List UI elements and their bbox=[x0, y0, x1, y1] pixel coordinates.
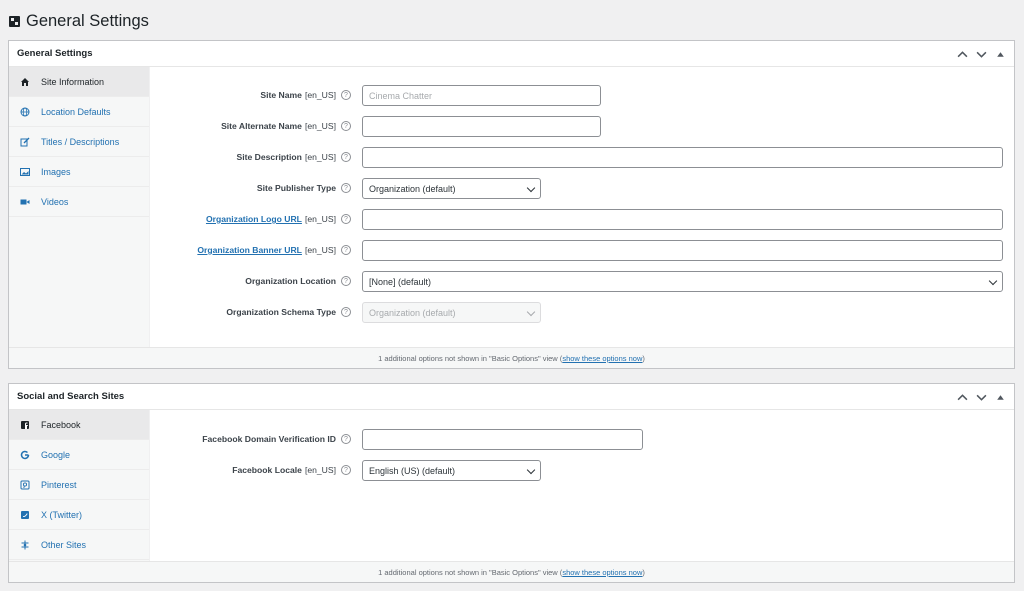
org-location-select[interactable]: [None] (default) bbox=[362, 271, 1003, 292]
show-options-link[interactable]: show these options now bbox=[562, 354, 642, 363]
edit-icon bbox=[20, 137, 30, 147]
video-icon bbox=[20, 197, 30, 207]
social-sites-title: Social and Search Sites bbox=[17, 391, 124, 402]
publisher-type-label: Site Publisher Type bbox=[257, 183, 336, 193]
tab-label: Videos bbox=[41, 197, 68, 207]
fb-locale-label: Facebook Locale bbox=[232, 465, 302, 475]
general-settings-title: General Settings bbox=[17, 48, 93, 59]
site-alt-name-input[interactable] bbox=[362, 116, 601, 137]
social-sites-header: Social and Search Sites bbox=[9, 384, 1014, 410]
tab-label: Images bbox=[41, 167, 71, 177]
social-form: Facebook Domain Verification ID? Faceboo… bbox=[150, 410, 1014, 561]
tab-location-defaults[interactable]: Location Defaults bbox=[9, 97, 149, 127]
tab-label: Facebook bbox=[41, 420, 81, 430]
org-logo-link[interactable]: Organization Logo URL bbox=[206, 214, 302, 224]
help-icon[interactable]: ? bbox=[341, 434, 351, 444]
org-schema-label: Organization Schema Type bbox=[226, 307, 336, 317]
facebook-icon bbox=[20, 420, 30, 430]
tab-pinterest[interactable]: Pinterest bbox=[9, 470, 149, 500]
help-icon[interactable]: ? bbox=[341, 121, 351, 131]
fb-domain-label: Facebook Domain Verification ID bbox=[202, 434, 336, 444]
tab-label: Location Defaults bbox=[41, 107, 111, 117]
site-name-input[interactable]: Cinema Chatter bbox=[362, 85, 601, 106]
general-footer: 1 additional options not shown in "Basic… bbox=[9, 347, 1014, 368]
tab-google[interactable]: Google bbox=[9, 440, 149, 470]
fb-domain-input[interactable] bbox=[362, 429, 643, 450]
twitter-icon bbox=[20, 510, 30, 520]
org-banner-input[interactable] bbox=[362, 240, 1003, 261]
help-icon[interactable]: ? bbox=[341, 90, 351, 100]
fb-locale-select[interactable]: English (US) (default) bbox=[362, 460, 541, 481]
site-name-row: Site Name[en_US]? Cinema Chatter bbox=[150, 85, 1014, 109]
fb-domain-row: Facebook Domain Verification ID? bbox=[150, 429, 1014, 453]
move-down-icon[interactable] bbox=[974, 47, 988, 61]
help-icon[interactable]: ? bbox=[341, 214, 351, 224]
site-alt-name-label: Site Alternate Name bbox=[221, 121, 302, 131]
help-icon[interactable]: ? bbox=[341, 465, 351, 475]
org-schema-select: Organization (default) bbox=[362, 302, 541, 323]
page-title: General Settings bbox=[26, 12, 149, 31]
site-alt-name-row: Site Alternate Name[en_US]? bbox=[150, 116, 1014, 140]
general-tabs: Site Information Location Defaults Title… bbox=[9, 67, 150, 347]
pinterest-icon bbox=[20, 480, 30, 490]
site-name-label: Site Name bbox=[260, 90, 302, 100]
general-form: Site Name[en_US]? Cinema Chatter Site Al… bbox=[150, 67, 1014, 347]
tab-videos[interactable]: Videos bbox=[9, 187, 149, 217]
help-icon[interactable]: ? bbox=[341, 152, 351, 162]
tab-site-information[interactable]: Site Information bbox=[9, 67, 149, 97]
help-icon[interactable]: ? bbox=[341, 307, 351, 317]
publisher-type-select[interactable]: Organization (default) bbox=[362, 178, 541, 199]
org-location-row: Organization Location? [None] (default) bbox=[150, 271, 1014, 295]
tab-label: X (Twitter) bbox=[41, 510, 82, 520]
social-footer: 1 additional options not shown in "Basic… bbox=[9, 561, 1014, 582]
help-icon[interactable]: ? bbox=[341, 276, 351, 286]
org-banner-row: Organization Banner URL[en_US]? bbox=[150, 240, 1014, 264]
show-options-link[interactable]: show these options now bbox=[562, 568, 642, 577]
general-settings-header: General Settings bbox=[9, 41, 1014, 67]
general-settings-box: General Settings Site Information Locati… bbox=[8, 40, 1015, 369]
org-logo-row: Organization Logo URL[en_US]? bbox=[150, 209, 1014, 233]
social-tabs: Facebook Google Pinterest X (Twitter) Ot… bbox=[9, 410, 150, 561]
org-logo-input[interactable] bbox=[362, 209, 1003, 230]
tab-label: Other Sites bbox=[41, 540, 86, 550]
tab-label: Titles / Descriptions bbox=[41, 137, 119, 147]
tab-images[interactable]: Images bbox=[9, 157, 149, 187]
globe-icon bbox=[20, 107, 30, 117]
move-down-icon[interactable] bbox=[974, 390, 988, 404]
social-sites-box: Social and Search Sites Facebook Google … bbox=[8, 383, 1015, 583]
page-header: General Settings bbox=[9, 10, 149, 32]
collapse-toggle-icon[interactable] bbox=[993, 390, 1007, 404]
tab-facebook[interactable]: Facebook bbox=[9, 410, 149, 440]
tab-other-sites[interactable]: Other Sites bbox=[9, 530, 149, 560]
tab-label: Google bbox=[41, 450, 70, 460]
move-up-icon[interactable] bbox=[955, 47, 969, 61]
google-icon bbox=[20, 450, 30, 460]
settings-page-icon bbox=[9, 16, 20, 27]
tab-label: Site Information bbox=[41, 77, 104, 87]
tab-titles-descriptions[interactable]: Titles / Descriptions bbox=[9, 127, 149, 157]
image-icon bbox=[20, 167, 30, 177]
network-icon bbox=[20, 540, 30, 550]
site-description-input[interactable] bbox=[362, 147, 1003, 168]
collapse-toggle-icon[interactable] bbox=[993, 47, 1007, 61]
publisher-type-row: Site Publisher Type? Organization (defau… bbox=[150, 178, 1014, 202]
fb-locale-row: Facebook Locale[en_US]? English (US) (de… bbox=[150, 460, 1014, 484]
tab-twitter[interactable]: X (Twitter) bbox=[9, 500, 149, 530]
help-icon[interactable]: ? bbox=[341, 245, 351, 255]
org-location-label: Organization Location bbox=[245, 276, 336, 286]
org-banner-link[interactable]: Organization Banner URL bbox=[197, 245, 302, 255]
move-up-icon[interactable] bbox=[955, 390, 969, 404]
tab-label: Pinterest bbox=[41, 480, 77, 490]
home-icon bbox=[20, 77, 30, 87]
org-schema-row: Organization Schema Type? Organization (… bbox=[150, 302, 1014, 326]
help-icon[interactable]: ? bbox=[341, 183, 351, 193]
site-description-label: Site Description bbox=[237, 152, 302, 162]
site-description-row: Site Description[en_US]? bbox=[150, 147, 1014, 171]
